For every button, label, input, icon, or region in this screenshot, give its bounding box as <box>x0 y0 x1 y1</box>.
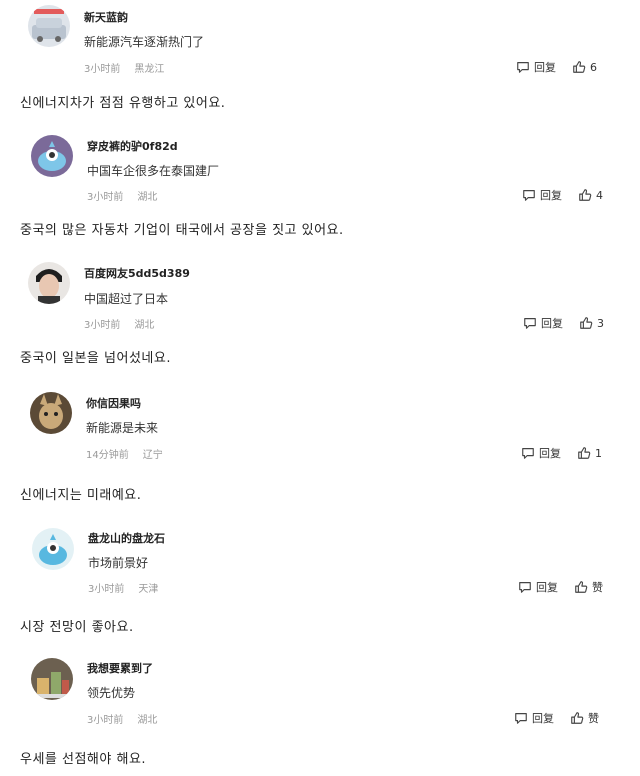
comment-meta: 3小时前 天津 <box>88 580 158 595</box>
comment-location: 湖北 <box>134 320 155 331</box>
thumbs-up-icon <box>580 317 593 329</box>
comment-time: 3小时前 <box>84 320 121 331</box>
comment-location: 辽宁 <box>142 450 163 461</box>
reply-button[interactable]: 回复 <box>521 445 561 461</box>
reply-button[interactable]: 回复 <box>516 59 556 75</box>
reply-button[interactable]: 回复 <box>518 579 558 595</box>
comment-text: 中国车企很多在泰国建厂 <box>87 164 220 178</box>
reply-label: 回复 <box>534 61 556 74</box>
car-photo-avatar[interactable] <box>28 5 70 47</box>
comment-icon <box>523 190 535 201</box>
thumbs-up-icon <box>571 712 584 724</box>
like-count: 6 <box>590 60 597 74</box>
reply-button[interactable]: 回复 <box>522 187 562 203</box>
like-count: 1 <box>595 446 602 460</box>
comment-item: 你信因果吗 新能源是未来 14分钟前 辽宁 回复 1 <box>0 390 640 470</box>
reply-button[interactable]: 回复 <box>523 315 563 331</box>
comment-icon <box>515 713 527 724</box>
comment-location: 湖北 <box>137 192 158 203</box>
username[interactable]: 盘龙山的盘龙石 <box>88 530 165 546</box>
comment-meta: 3小时前 湖北 <box>87 188 157 203</box>
reply-label: 回复 <box>536 581 558 594</box>
like-button[interactable]: 赞 <box>570 710 599 726</box>
username[interactable]: 穿皮裤的驴0f82d <box>87 138 178 154</box>
reply-label: 回复 <box>540 189 562 202</box>
comment-icon <box>522 448 534 459</box>
comment-actions: 回复 赞 <box>518 579 603 595</box>
comment-location: 湖北 <box>137 715 158 726</box>
translation-text: 중국의 많은 자동차 기업이 태국에서 공장을 짓고 있어요. <box>20 223 344 238</box>
comment-time: 3小时前 <box>87 715 124 726</box>
comment-meta: 3小时前 黑龙江 <box>84 60 164 75</box>
like-count: 赞 <box>588 712 599 725</box>
like-button[interactable]: 6 <box>572 60 597 74</box>
like-button[interactable]: 4 <box>578 188 603 202</box>
comment-text: 领先优势 <box>87 686 136 700</box>
comment-actions: 回复 6 <box>516 59 597 75</box>
username[interactable]: 百度网友5dd5d389 <box>84 265 190 281</box>
translation-text: 신에너지는 미래예요. <box>20 488 142 503</box>
username[interactable]: 你信因果吗 <box>86 395 141 411</box>
comment-location: 黑龙江 <box>134 64 165 75</box>
comment-location: 天津 <box>138 584 159 595</box>
comment-item: 穿皮裤的驴0f82d 中国车企很多在泰国建厂 3小时前 湖北 回复 4 <box>0 130 640 210</box>
comment-text: 新能源是未来 <box>86 421 159 435</box>
comment-actions: 回复 赞 <box>514 710 599 726</box>
like-button[interactable]: 1 <box>577 446 602 460</box>
comment-actions: 回复 3 <box>523 315 604 331</box>
username[interactable]: 我想要累到了 <box>87 660 153 676</box>
alien-cartoon-avatar[interactable] <box>31 135 73 177</box>
comment-meta: 14分钟前 辽宁 <box>86 446 163 461</box>
objects-photo-avatar[interactable] <box>31 658 73 700</box>
comment-icon <box>524 318 536 329</box>
comment-icon <box>517 62 529 73</box>
comment-actions: 回复 1 <box>521 445 602 461</box>
like-button[interactable]: 赞 <box>574 579 603 595</box>
person-photo-avatar[interactable] <box>28 262 70 304</box>
translation-text: 시장 전망이 좋아요. <box>20 620 134 635</box>
comment-icon <box>519 582 531 593</box>
comment-text: 中国超过了日本 <box>84 292 169 306</box>
thumbs-up-icon <box>575 581 588 593</box>
like-count: 赞 <box>592 581 603 594</box>
reply-label: 回复 <box>541 317 563 330</box>
comment-time: 3小时前 <box>87 192 124 203</box>
like-button[interactable]: 3 <box>579 316 604 330</box>
comment-item: 我想要累到了 领先优势 3小时前 湖北 回复 赞 <box>0 655 640 735</box>
reply-label: 回复 <box>539 447 561 460</box>
comment-text: 市场前景好 <box>88 556 149 570</box>
thumbs-up-icon <box>573 61 586 73</box>
comment-meta: 3小时前 湖北 <box>84 316 154 331</box>
comment-time: 14分钟前 <box>86 450 129 461</box>
comment-text: 新能源汽车逐渐热门了 <box>84 35 205 49</box>
translation-text: 중국이 일본을 넘어섰네요. <box>20 351 171 366</box>
comment-item: 新天蓝韵 新能源汽车逐渐热门了 3小时前 黑龙江 回复 6 <box>0 0 640 80</box>
translation-text: 우세를 선점해야 해요. <box>20 752 147 767</box>
comment-item: 盘龙山的盘龙石 市场前景好 3小时前 天津 回复 赞 <box>0 523 640 603</box>
comment-meta: 3小时前 湖北 <box>87 711 157 726</box>
comment-item: 百度网友5dd5d389 中国超过了日本 3小时前 湖北 回复 3 <box>0 260 640 340</box>
like-count: 3 <box>597 316 604 330</box>
reply-label: 回复 <box>532 712 554 725</box>
like-count: 4 <box>596 188 603 202</box>
thumbs-up-icon <box>579 189 592 201</box>
animal-photo-avatar[interactable] <box>30 392 72 434</box>
reply-button[interactable]: 回复 <box>514 710 554 726</box>
comment-time: 3小时前 <box>88 584 125 595</box>
thumbs-up-icon <box>578 447 591 459</box>
comment-time: 3小时前 <box>84 64 121 75</box>
comment-actions: 回复 4 <box>522 187 603 203</box>
username[interactable]: 新天蓝韵 <box>84 9 128 25</box>
translation-text: 신에너지차가 점점 유행하고 있어요. <box>20 96 226 111</box>
alien-cartoon-avatar-blue[interactable] <box>32 528 74 570</box>
